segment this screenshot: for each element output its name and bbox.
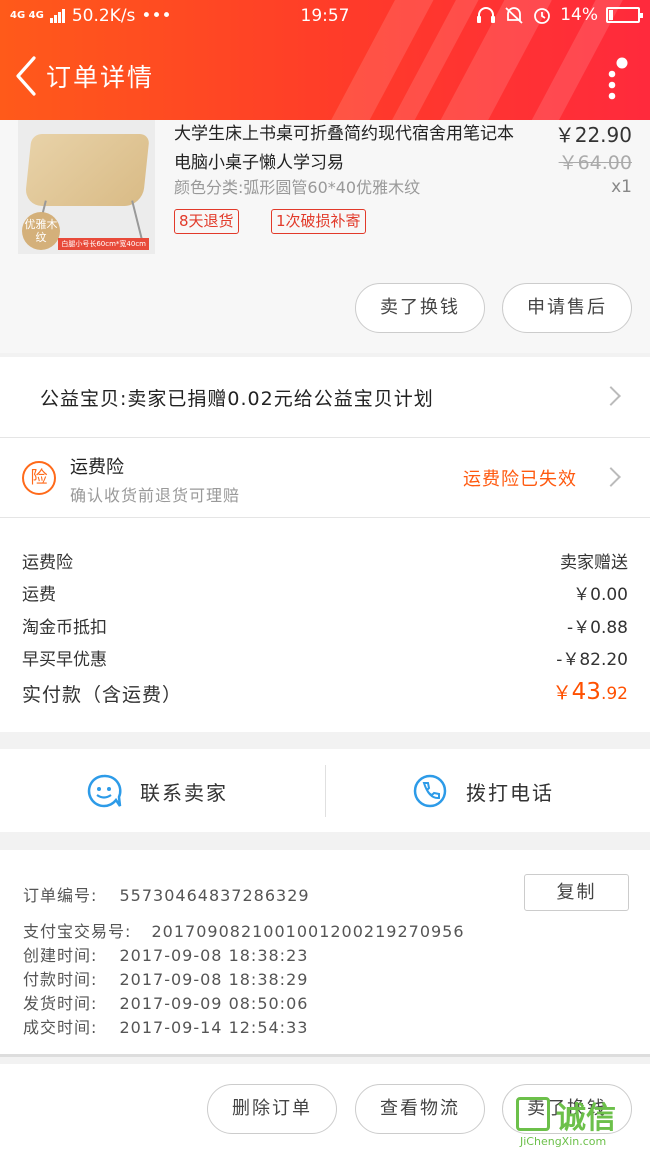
fee-value: -￥0.88 [567, 618, 628, 638]
fee-label: 运费 [22, 585, 56, 605]
chevron-right-icon [601, 467, 621, 487]
insurance-icon: 险 [22, 461, 56, 495]
chat-bubble-icon [87, 774, 122, 808]
info-row: 发货时间: 2017-09-09 08:50:06 [23, 990, 308, 1014]
fee-value: ￥0.00 [573, 585, 628, 605]
info-row: 支付宝交易号: 2017090821001001200219270956 [23, 918, 465, 942]
back-button[interactable] [10, 54, 44, 98]
watermark-logo: 诚信 JiChengXin.com [516, 1093, 644, 1151]
fee-label: 早买早优惠 [22, 650, 107, 670]
mute-bell-icon [505, 7, 523, 24]
product-price: ￥22.90 [554, 123, 632, 147]
product-quantity: x1 [611, 177, 632, 197]
after-sale-button[interactable]: 申请售后 [502, 283, 632, 333]
fee-value: 卖家赠送 [560, 553, 628, 573]
charity-text: 公益宝贝:卖家已捐赠0.02元给公益宝贝计划 [40, 388, 434, 410]
order-info: 订单编号: 55730464837286329 复制 支付宝交易号: 20170… [0, 850, 650, 1054]
battery-percent: 14% [560, 5, 598, 25]
info-value: 2017-09-09 08:50:06 [119, 994, 309, 1013]
fee-row: 运费 ￥0.00 [22, 580, 628, 605]
info-row: 付款时间: 2017-09-08 18:38:29 [23, 966, 308, 990]
call-phone-button[interactable]: 拨打电话 [326, 749, 650, 832]
contact-seller-button[interactable]: 联系卖家 [0, 749, 325, 832]
copy-button[interactable]: 复制 [524, 874, 629, 911]
fee-value: -￥82.20 [556, 650, 628, 670]
order-number-label: 订单编号: [23, 886, 98, 905]
view-logistics-button[interactable]: 查看物流 [355, 1084, 485, 1134]
chevron-left-icon [16, 56, 36, 96]
total-label: 实付款（含运费） [22, 684, 183, 706]
fee-label: 淘金币抵扣 [22, 618, 107, 638]
product-original-price: ￥64.00 [558, 152, 632, 174]
status-bar: 4G 4G 50.2K/s ••• 19:57 14% [0, 0, 650, 32]
order-number: 55730464837286329 [119, 886, 310, 905]
chevron-right-icon [601, 386, 621, 406]
page-title: 订单详情 [46, 63, 155, 92]
phone-icon [413, 774, 447, 808]
fee-summary: 运费险 卖家赠送 运费 ￥0.00 淘金币抵扣 -￥0.88 早买早优惠 -￥8… [0, 518, 650, 732]
fee-row: 淘金币抵扣 -￥0.88 [22, 613, 628, 638]
insurance-title: 运费险 [70, 457, 124, 478]
alarm-icon [534, 8, 551, 24]
fee-row: 早买早优惠 -￥82.20 [22, 645, 628, 670]
sell-button[interactable]: 卖了换钱 [355, 283, 485, 333]
product-spec: 颜色分类:弧形圆管60*40优雅木纹 [174, 178, 421, 197]
insurance-subtitle: 确认收货前退货可理赔 [70, 486, 241, 505]
app-header: 4G 4G 50.2K/s ••• 19:57 14% 订单详情 [0, 0, 650, 120]
call-phone-label: 拨打电话 [466, 781, 554, 805]
total-currency: ￥ [552, 682, 572, 704]
info-label: 发货时间: [23, 994, 98, 1013]
product-title[interactable]: 大学生床上书桌可折叠简约现代宿舍用笔记本电脑小桌子懒人学习易 [174, 120, 526, 178]
info-label: 支付宝交易号: [23, 922, 132, 941]
total-row: 实付款（含运费） ￥43.92 [22, 678, 628, 707]
fee-label: 运费险 [22, 553, 73, 573]
info-row: 创建时间: 2017-09-08 18:38:23 [23, 942, 308, 966]
insurance-status: 运费险已失效 [463, 469, 577, 490]
total-decimal: .92 [600, 684, 628, 704]
total-value: ￥43.92 [553, 678, 628, 705]
info-row: 成交时间: 2017-09-14 12:54:33 [23, 1014, 308, 1038]
charity-row[interactable]: 公益宝贝:卖家已捐赠0.02元给公益宝贝计划 [0, 357, 650, 437]
total-integer: 43 [571, 679, 601, 705]
contact-bar: 联系卖家 拨打电话 [0, 749, 650, 832]
info-label: 付款时间: [23, 970, 98, 989]
order-number-row: 订单编号: 55730464837286329 [23, 882, 310, 906]
info-value: 2017-09-14 12:54:33 [119, 1018, 309, 1037]
info-value: 2017-09-08 18:38:29 [119, 970, 309, 989]
fee-row: 运费险 卖家赠送 [22, 548, 628, 573]
product-image[interactable]: 优雅木纹 白腿小号长60cm*宽40cm [18, 120, 155, 254]
more-vertical-icon [608, 57, 628, 100]
watermark-icon [516, 1097, 550, 1131]
watermark-brand: 诚信 [556, 1101, 616, 1136]
more-menu-button[interactable] [600, 52, 630, 102]
info-label: 创建时间: [23, 946, 98, 965]
info-value: 2017090821001001200219270956 [151, 922, 465, 941]
product-card[interactable]: 优雅木纹 白腿小号长60cm*宽40cm 大学生床上书桌可折叠简约现代宿舍用笔记… [0, 120, 650, 353]
contact-seller-label: 联系卖家 [140, 781, 228, 805]
insurance-row[interactable]: 险 运费险 确认收货前退货可理赔 运费险已失效 [0, 438, 650, 517]
watermark-url: JiChengXin.com [520, 1135, 607, 1148]
tag-return: 8天退货 [174, 209, 239, 234]
image-badge: 优雅木纹 [22, 212, 60, 250]
headset-icon [477, 7, 496, 23]
bottom-action-bar: 删除订单 查看物流 卖了换钱 诚信 JiChengXin.com [0, 1064, 650, 1155]
image-caption: 白腿小号长60cm*宽40cm [58, 238, 149, 250]
delete-order-button[interactable]: 删除订单 [207, 1084, 337, 1134]
tag-damage: 1次破损补寄 [271, 209, 366, 234]
info-label: 成交时间: [23, 1018, 98, 1037]
info-value: 2017-09-08 18:38:23 [119, 946, 309, 965]
battery-icon [606, 7, 643, 23]
